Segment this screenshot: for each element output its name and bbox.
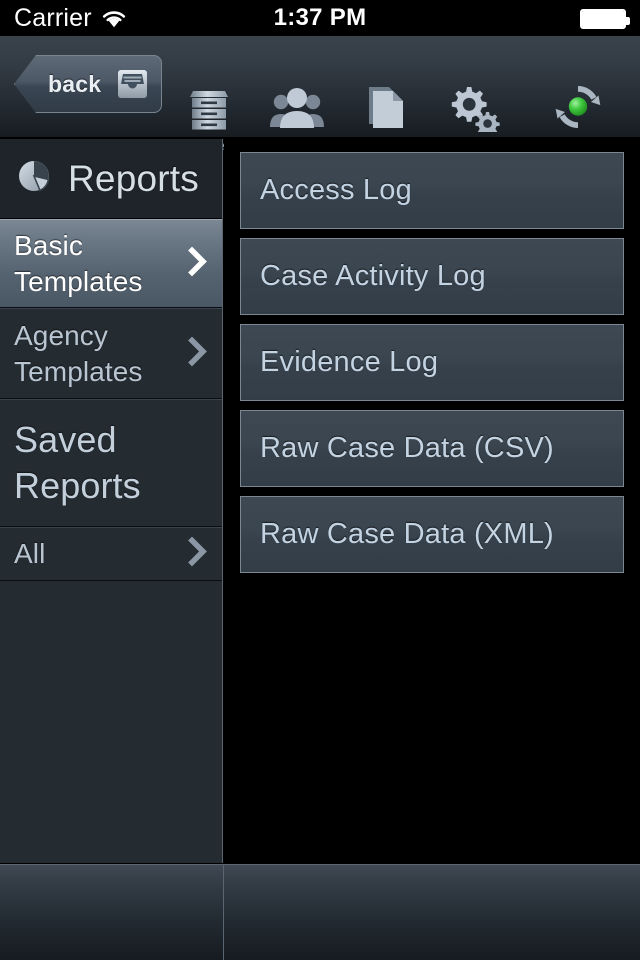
sidebar-item-basic-templates[interactable]: Basic Templates (0, 219, 222, 308)
page-title: Reports (68, 157, 199, 199)
report-button-raw-case-data-xml[interactable]: Raw Case Data (XML) (240, 496, 624, 573)
battery-full-icon (580, 9, 630, 29)
sidebar-item-basic-templates-label: Basic Templates (14, 229, 143, 297)
back-button-label: back (48, 70, 102, 97)
back-button[interactable]: back (14, 55, 162, 113)
bottom-toolbar (0, 864, 640, 960)
sidebar-section-saved-reports: Saved Reports (0, 399, 222, 527)
sidebar-item-agency-templates-label: Agency Templates (14, 319, 143, 387)
report-button-case-activity-log[interactable]: Case Activity Log (240, 238, 624, 315)
gears-icon (425, 80, 521, 132)
inbox-tray-icon (117, 69, 148, 99)
sidebar-section-saved-reports-label: Saved Reports (14, 418, 141, 506)
sidebar-item-all-label: All (14, 538, 46, 570)
sidebar-item-all[interactable]: All (0, 527, 222, 581)
report-button-label: Access Log (260, 174, 412, 206)
chevron-right-icon (188, 536, 208, 572)
chevron-right-icon (188, 246, 208, 281)
status-bar: Carrier 1:37 PM (0, 0, 640, 36)
app-screen: Carrier 1:37 PM back Reports Basic Templ… (0, 0, 640, 960)
filing-cabinet-icon (161, 80, 257, 132)
sidebar: Reports Basic Templates Agency Templates… (0, 139, 223, 863)
pie-chart-icon (14, 155, 56, 202)
people-group-icon (249, 80, 345, 132)
report-button-label: Case Activity Log (260, 260, 486, 292)
report-button-label: Raw Case Data (XML) (260, 518, 554, 550)
report-button-label: Raw Case Data (CSV) (260, 432, 554, 464)
report-button-access-log[interactable]: Access Log (240, 152, 624, 229)
sidebar-header: Reports (0, 139, 222, 219)
sidebar-item-agency-templates[interactable]: Agency Templates (0, 308, 222, 399)
chevron-right-icon (188, 336, 208, 371)
report-list: Access Log Case Activity Log Evidence Lo… (224, 139, 640, 863)
bottom-toolbar-divider (223, 865, 224, 960)
report-button-label: Evidence Log (260, 346, 439, 378)
report-button-raw-case-data-csv[interactable]: Raw Case Data (CSV) (240, 410, 624, 487)
clock-label: 1:37 PM (273, 4, 367, 31)
sync-circular-arrows-icon (530, 80, 626, 132)
documents-icon (337, 80, 433, 132)
top-toolbar: back (0, 36, 640, 155)
report-button-evidence-log[interactable]: Evidence Log (240, 324, 624, 401)
